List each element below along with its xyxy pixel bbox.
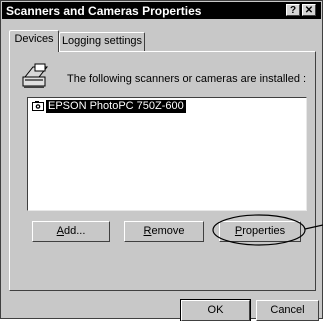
devices-header-text: The following scanners or cameras are in… bbox=[67, 73, 307, 85]
close-button[interactable]: ✕ bbox=[302, 4, 316, 16]
device-list[interactable]: EPSON PhotoPC 750Z-600 bbox=[27, 97, 307, 211]
remove-button[interactable]: Remove bbox=[124, 221, 204, 242]
ok-button[interactable]: OK bbox=[180, 299, 251, 321]
add-button[interactable]: Add... bbox=[32, 221, 110, 242]
window-title: Scanners and Cameras Properties bbox=[6, 4, 202, 18]
scanner-icon bbox=[22, 63, 49, 88]
dialog-window: Scanners and Cameras Properties ? ✕ Devi… bbox=[0, 0, 323, 321]
tab-devices[interactable]: Devices bbox=[9, 30, 59, 52]
properties-button[interactable]: Properties bbox=[219, 221, 301, 242]
remove-button-label: emove bbox=[151, 225, 185, 237]
add-button-label: dd... bbox=[63, 225, 86, 237]
camera-icon bbox=[32, 101, 44, 111]
tab-logging-settings[interactable]: Logging settings bbox=[59, 32, 145, 51]
add-button-accel: A bbox=[56, 225, 64, 237]
title-bar: Scanners and Cameras Properties ? ✕ bbox=[2, 2, 321, 19]
properties-button-label: roperties bbox=[242, 225, 286, 237]
cancel-button[interactable]: Cancel bbox=[256, 300, 319, 321]
help-button[interactable]: ? bbox=[286, 4, 300, 16]
device-list-item-label: EPSON PhotoPC 750Z-600 bbox=[46, 100, 186, 113]
